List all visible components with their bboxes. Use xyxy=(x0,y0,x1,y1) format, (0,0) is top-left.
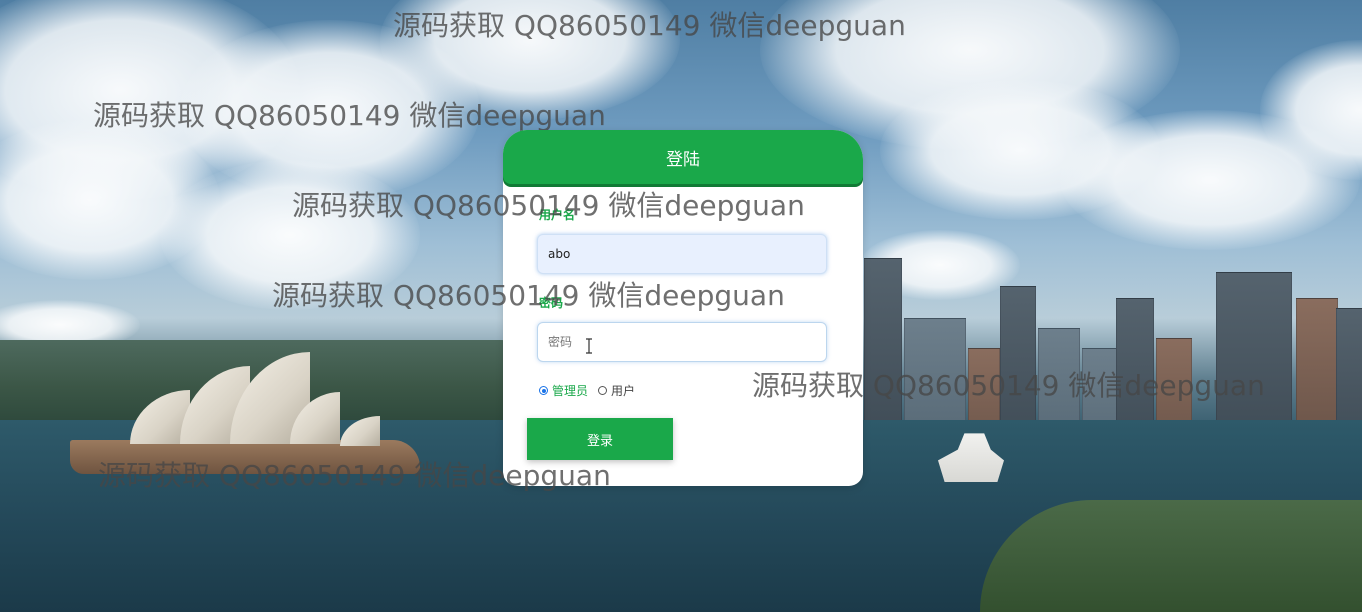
login-panel: 登陆 用户名 密码 管理员 用户 登录 xyxy=(503,130,863,486)
login-title: 登陆 xyxy=(503,130,863,184)
cloud-shape xyxy=(160,160,420,310)
text-cursor-icon xyxy=(585,338,593,354)
username-label: 用户名 xyxy=(539,208,576,222)
admin-role-radio[interactable] xyxy=(539,386,548,395)
opera-house xyxy=(70,340,430,480)
password-label: 密码 xyxy=(539,296,564,310)
password-input[interactable] xyxy=(537,322,827,362)
login-page: 源码获取 QQ86050149 微信deepguan 源码获取 QQ860501… xyxy=(0,0,1362,612)
peninsula-park xyxy=(980,500,1362,612)
role-selector: 管理员 用户 xyxy=(539,382,635,399)
username-input[interactable] xyxy=(537,234,827,274)
user-role-label[interactable]: 用户 xyxy=(611,382,635,399)
login-button[interactable]: 登录 xyxy=(527,418,673,460)
user-role-radio[interactable] xyxy=(598,386,608,395)
admin-role-label[interactable]: 管理员 xyxy=(552,382,588,399)
